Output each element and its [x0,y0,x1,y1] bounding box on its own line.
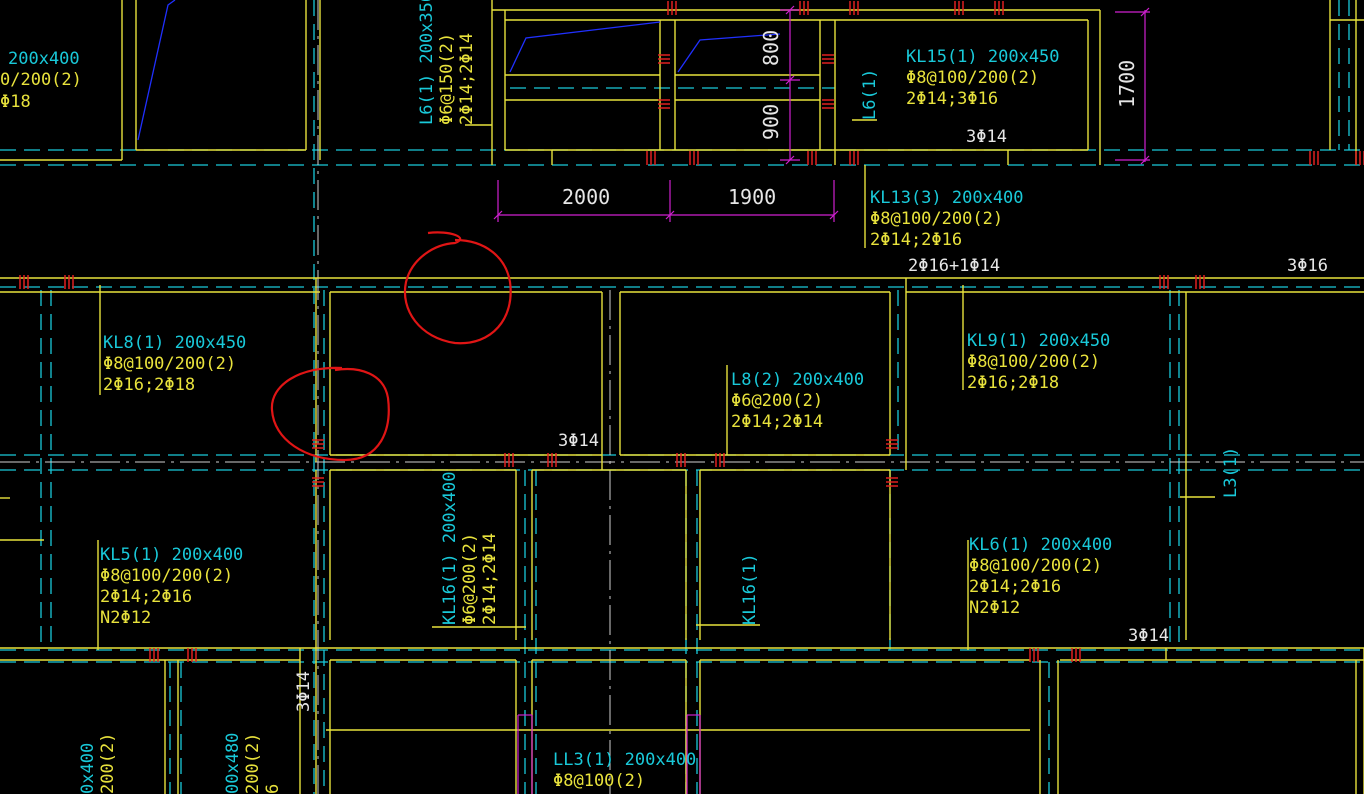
ll3-name: LL3(1) 200x400 [553,750,696,770]
l6-rebar: 2Φ14;2Φ14 [457,33,477,125]
axis-lines [0,0,1364,794]
kl16-stirrup: Φ6@200(2) [460,533,480,625]
kl15-stirrup: Φ8@100/200(2) [906,68,1039,88]
kl5-rebar: 2Φ14;2Φ16 [100,587,192,607]
kl5-name: KL5(1) 200x400 [100,545,243,565]
kl13-rebar: 2Φ14;2Φ16 [870,230,962,250]
note-3phi14-mid: 3Φ14 [558,431,599,451]
kl8-rebar: 2Φ16;2Φ18 [103,375,195,395]
kl15-name: KL15(1) 200x450 [906,47,1060,67]
l3-short: L3(1) [1221,447,1241,498]
kl9-name: KL9(1) 200x450 [967,331,1110,351]
ll3-stirrup: Φ8@100(2) [553,771,645,791]
l6-stirrup: Φ6@150(2) [437,33,457,125]
kl8-name: KL8(1) 200x450 [103,333,246,353]
note-continuous: 2Φ16+1Φ14 [908,256,1000,276]
bottom-b-name: 00x480 [223,733,243,794]
kl6-rebar: 2Φ14;2Φ16 [969,577,1061,597]
note-3phi14-lower: 3Φ14 [1128,626,1169,646]
kl15-rebar: 2Φ14;3Φ16 [906,89,998,109]
markup-circle-top [403,231,512,345]
dim-1700: 1700 [1115,60,1139,108]
markup-circles [270,231,512,462]
kl16-short: KL16(1) [740,553,760,625]
labels: 200x400 0/200(2) Φ18 KL15(1) 200x450 Φ8@… [0,0,1328,794]
label-top-left-rebar: Φ18 [0,92,31,112]
kl5-stirrup: Φ8@100/200(2) [100,566,233,586]
l8-stirrup: Φ6@200(2) [731,391,823,411]
dim-2000: 2000 [562,185,610,209]
kl6-stirrup: Φ8@100/200(2) [969,556,1102,576]
kl16-rebar: 2Φ14;2Φ14 [480,533,500,625]
bottom-b-stirrup: 200(2) [243,733,263,794]
bottom-a-stirrup: 200(2) [98,733,118,794]
dim-900: 900 [759,104,783,140]
l6-name: L6(1) 200x350 [417,0,437,125]
grid-lines [0,0,1364,794]
kl13-stirrup: Φ8@100/200(2) [870,209,1003,229]
dim-800: 800 [759,30,783,66]
l8-rebar: 2Φ14;2Φ14 [731,412,823,432]
note-3phi16: 3Φ16 [1287,256,1328,276]
kl5-side: N2Φ12 [100,608,151,628]
label-top-left-stirrup: 0/200(2) [0,70,82,90]
kl6-name: KL6(1) 200x400 [969,535,1112,555]
kl13-name: KL13(3) 200x400 [870,188,1024,208]
l8-name: L8(2) 200x400 [731,370,864,390]
kl9-rebar: 2Φ16;2Φ18 [967,373,1059,393]
structural-beam-drawing[interactable]: 200x400 0/200(2) Φ18 KL15(1) 200x450 Φ8@… [0,0,1364,794]
label-top-left-name: 200x400 [8,49,80,69]
bottom-a-name: 0x400 [78,743,98,794]
kl9-stirrup: Φ8@100/200(2) [967,352,1100,372]
dim-1900: 1900 [728,185,776,209]
note-3phi14-vertical: 3Φ14 [294,671,314,712]
kl8-stirrup: Φ8@100/200(2) [103,354,236,374]
kl16-name: KL16(1) 200x400 [440,471,460,625]
l6-short: L6(1) [860,69,880,120]
bottom-b-extra: 6 [263,784,283,794]
beam-edges [0,0,1364,794]
note-3phi14-top: 3Φ14 [966,127,1007,147]
kl6-side: N2Φ12 [969,598,1020,618]
